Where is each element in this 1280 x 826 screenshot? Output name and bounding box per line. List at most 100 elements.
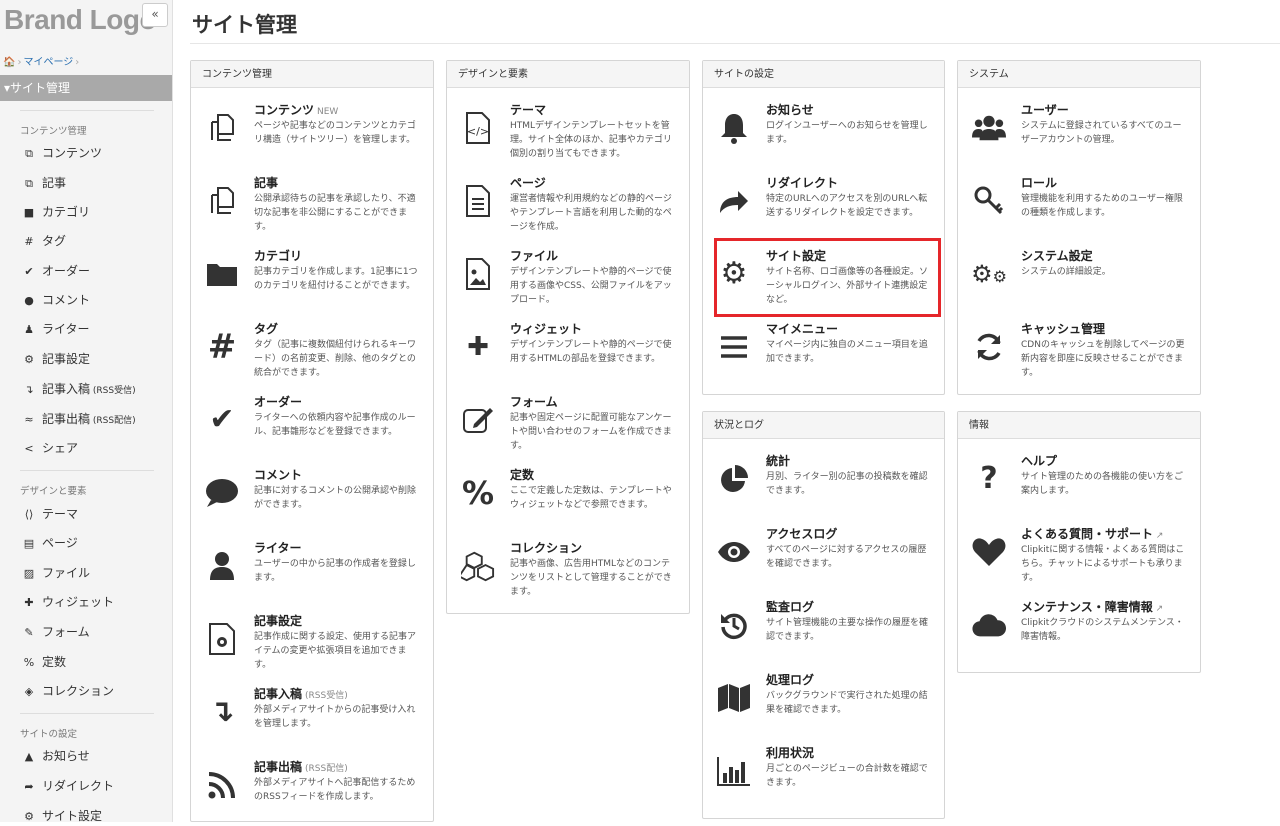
sidebar-item[interactable]: < シェア (22, 439, 78, 456)
panel-item[interactable]: ? ヘルプ サイト管理のための各機能の使い方をご案内します。 (958, 452, 1200, 520)
copy-icon (205, 111, 239, 145)
panel-item[interactable]: コンテンツ NEW ページや記事などのコンテンツとカテゴリ構造（サイトツリー）を管理… (191, 101, 433, 169)
sidebar-item[interactable]: ● コメント (22, 291, 90, 308)
panel-item-title[interactable]: システム設定 (1021, 247, 1093, 264)
panel-item-title[interactable]: 記事入稿 (RSS受信) (254, 685, 348, 702)
panel-item-title[interactable]: フォーム (510, 393, 558, 410)
panel-item-title[interactable]: 記事出稿 (RSS配信) (254, 758, 348, 775)
panel-item-title[interactable]: 監査ログ (766, 598, 814, 615)
panel-item-title[interactable]: ロール (1021, 174, 1057, 191)
sidebar-item[interactable]: ➦ リダイレクト (22, 777, 114, 794)
panel-item-description: システムの詳細設定。 (1021, 267, 1111, 277)
panel-item[interactable]: # タグ タグ（記事に複数個紐付けられるキーワード）の名前変更、削除、他のタグとの統… (191, 320, 433, 388)
panel-item-title[interactable]: 記事 (254, 174, 278, 191)
sidebar-item[interactable]: ⟨⟩ テーマ (22, 505, 78, 522)
panel-item[interactable]: 記事設定 記事作成に関する設定、使用する記事アイテムの変更や拡張項目を追加できます… (191, 612, 433, 680)
panel-item[interactable]: アクセスログ すべてのページに対するアクセスの履歴を確認できます。 (703, 525, 944, 593)
sidebar-item[interactable]: ▲ お知らせ (22, 747, 90, 764)
gears-icon: ⚙⚙ (971, 260, 1007, 288)
sidebar-item[interactable]: ↴ 記事入稿 (RSS受信) (22, 380, 135, 397)
panel-item[interactable]: ✚ ウィジェット デザインテンプレートや静的ページで使用するHTMLの部品を登録でき… (447, 320, 689, 388)
panel-item-title[interactable]: タグ (254, 320, 278, 337)
panel-item-title[interactable]: よくある質問・サポート ↗ (1021, 525, 1163, 542)
panel-item[interactable]: メンテナンス・障害情報 ↗ Clipkitクラウドのシステムメンテンス・障害情報。 (958, 598, 1200, 666)
panel-item-title[interactable]: リダイレクト (766, 174, 838, 191)
panel-item-title[interactable]: 定数 (510, 466, 534, 483)
panel-item[interactable]: 記事出稿 (RSS配信) 外部メディアサイトへ記事配信するためのRSSフィードを作成… (191, 758, 433, 826)
panel-item-title[interactable]: アクセスログ (766, 525, 837, 542)
panel-item[interactable]: % 定数 ここで定義した定数は、テンプレートやウィジェットなどで参照できます。 (447, 466, 689, 534)
sidebar-item[interactable]: ✎ フォーム (22, 623, 89, 640)
brand-logo[interactable]: Brand Logo (4, 4, 157, 36)
sidebar-item[interactable]: ≈ 記事出稿 (RSS配信) (22, 410, 135, 427)
panel-item[interactable]: フォーム 記事や固定ページに配置可能なアンケートや問い合わせのフォームを作成できま… (447, 393, 689, 461)
panel-item[interactable]: カテゴリ 記事カテゴリを作成します。1記事に1つのカテゴリを紐付けることができます… (191, 247, 433, 315)
panel-item-title[interactable]: 処理ログ (766, 671, 814, 688)
panel-item-description: 記事や画像、広告用HTMLなどのコンテンツをリストとして管理することができます。 (510, 559, 672, 597)
sidebar-item[interactable]: ⚙ サイト設定 (22, 807, 102, 822)
home-icon[interactable]: 🏠 (3, 57, 15, 68)
panel-item-title[interactable]: オーダー (254, 393, 302, 410)
sidebar-item[interactable]: ⚙ 記事設定 (22, 350, 90, 367)
panel-item[interactable]: キャッシュ管理 CDNのキャッシュを削除してページの更新内容を即座に反映させること… (958, 320, 1200, 388)
sidebar-item[interactable]: % 定数 (22, 653, 66, 670)
panel-item[interactable]: コレクション記事や画像、広告用HTMLなどのコンテンツをリストとして管理すること… (447, 539, 689, 607)
panel-item-title[interactable]: コレクション (510, 539, 582, 556)
sidebar-item[interactable]: ◈ コレクション (22, 682, 114, 699)
sidebar-item[interactable]: ■ カテゴリ (22, 203, 90, 220)
panel-item[interactable]: 監査ログ サイト管理機能の主要な操作の履歴を確認できます。 (703, 598, 944, 666)
panel-item[interactable]: 記事 公開承認待ちの記事を承認したり、不適切な記事を非公開にすることができます。 (191, 174, 433, 242)
sidebar-item-icon: ▨ (23, 567, 35, 580)
panel-item[interactable]: ロール 管理機能を利用するためのユーザー権限の種類を作成します。 (958, 174, 1200, 242)
sidebar-item[interactable]: ▨ ファイル (22, 564, 90, 581)
panel-item-title[interactable]: ユーザー (1021, 101, 1069, 118)
panel-item-title[interactable]: コンテンツ NEW (254, 101, 338, 118)
panel-item[interactable]: ファイル デザインテンプレートや静的ページで使用する画像やCSS、公開ファイルをア… (447, 247, 689, 315)
breadcrumb-mypage[interactable]: マイページ (23, 57, 73, 68)
panel-item[interactable]: よくある質問・サポート ↗ Clipkitに関する情報・よくある質問はこちら。チャ… (958, 525, 1200, 593)
panel-item-title[interactable]: メンテナンス・障害情報 ↗ (1021, 598, 1163, 615)
panel-item-title[interactable]: ファイル (510, 247, 558, 264)
panel-content-management: コンテンツ管理 コンテンツ NEW ページや記事などのコンテンツとカテゴリ構造（サイ… (190, 60, 434, 822)
panel-item[interactable]: ユーザー システムに登録されているすべてのユーザーアカウントの管理。 (958, 101, 1200, 169)
menu-icon (717, 330, 751, 364)
panel-item[interactable]: リダイレクト 特定のURLへのアクセスを別のURLへ転送するリダイレクトを設定でき… (703, 174, 944, 242)
panel-item-title[interactable]: 利用状況 (766, 744, 814, 761)
panel-item[interactable]: 利用状況 月ごとのページビューの合計数を確認できます。 (703, 744, 944, 812)
panel-item-title[interactable]: カテゴリ (254, 247, 302, 264)
panel-item[interactable]: ページ 運営者情報や利用規約などの静的ページやテンプレート言語を利用した動的なペー… (447, 174, 689, 242)
panel-item[interactable]: コメント 記事に対するコメントの公開承認や削除ができます。 (191, 466, 433, 534)
panel-item-title[interactable]: 統計 (766, 452, 790, 469)
panel-item-description: デザインテンプレートや静的ページで使用するHTMLの部品を登録できます。 (510, 340, 672, 364)
panel-item-title[interactable]: コメント (254, 466, 302, 483)
panel-item[interactable]: ライター ユーザーの中から記事の作成者を登録します。 (191, 539, 433, 607)
panel-item-title[interactable]: テーマ (510, 101, 546, 118)
panel-item-title[interactable]: 記事設定 (254, 612, 302, 629)
panel-item-title[interactable]: ページ (510, 174, 546, 191)
sidebar-item[interactable]: ⧉ 記事 (22, 174, 66, 191)
panel-item-title[interactable]: マイメニュー (766, 320, 838, 337)
panel-item-title[interactable]: ライター (254, 539, 302, 556)
panel-item[interactable]: お知らせ ログインユーザーへのお知らせを管理します。 (703, 101, 944, 169)
panel-item[interactable]: </> テーマ HTMLデザインテンプレートセットを管理。サイト全体のほか、記事やカ… (447, 101, 689, 169)
sidebar-item[interactable]: ✔ オーダー (22, 262, 90, 279)
panel-item[interactable]: ⚙⚙ システム設定システムの詳細設定。 (958, 247, 1200, 315)
sidebar-item[interactable]: ♟ ライター (22, 320, 89, 337)
panel-item-title[interactable]: キャッシュ管理 (1021, 320, 1105, 337)
sidebar-item[interactable]: # タグ (22, 232, 66, 249)
sidebar-collapse-button[interactable]: « (142, 3, 168, 27)
sidebar-active-site-admin[interactable]: ▾サイト管理 (0, 75, 172, 101)
cloud-icon (972, 608, 1006, 642)
panel-item[interactable]: ✔ オーダー ライターへの依頼内容や記事作成のルール、記事雛形などを登録できます。 (191, 393, 433, 461)
panel-item-title[interactable]: お知らせ (766, 101, 814, 118)
sidebar-item[interactable]: ✚ ウィジェット (22, 593, 114, 610)
panel-item-title[interactable]: ウィジェット (510, 320, 582, 337)
panel-item[interactable]: 統計 月別、ライター別の記事の投稿数を確認できます。 (703, 452, 944, 520)
panel-item[interactable]: 処理ログ バックグラウンドで実行された処理の結果を確認できます。 (703, 671, 944, 739)
panel-item[interactable]: マイメニュー マイページ内に独自のメニュー項目を追加できます。 (703, 320, 944, 388)
sidebar-item[interactable]: ⧉ コンテンツ (22, 144, 102, 161)
panel-item[interactable]: ↴ 記事入稿 (RSS受信) 外部メディアサイトからの記事受け入れを管理します。 (191, 685, 433, 753)
divider (190, 43, 1280, 44)
panel-item-title[interactable]: ヘルプ (1021, 452, 1057, 469)
sidebar-item[interactable]: ▤ ページ (22, 534, 78, 551)
